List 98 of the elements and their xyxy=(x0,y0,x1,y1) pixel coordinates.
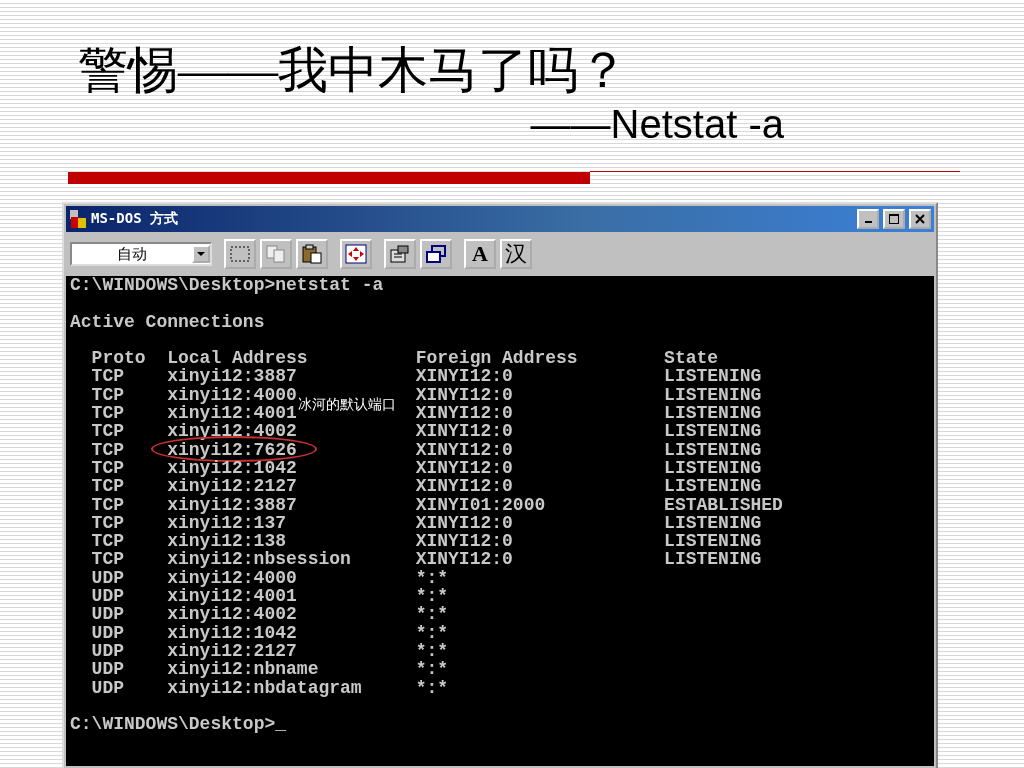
table-cell: TCP xyxy=(91,458,124,478)
table-cell: UDP xyxy=(91,605,124,624)
table-cell: xinyi12:137 xyxy=(167,513,287,533)
table-cell: ESTABLISHED xyxy=(664,495,783,514)
properties-button[interactable] xyxy=(384,239,416,269)
table-cell: UDP xyxy=(91,568,124,588)
column-header: Proto xyxy=(91,349,146,368)
clipboard-icon xyxy=(301,244,323,264)
mark-button[interactable] xyxy=(224,239,256,269)
copy-icon xyxy=(265,244,287,264)
table-cell: xinyi12:4000 xyxy=(167,385,297,405)
table-cell: xinyi12:2127 xyxy=(167,477,297,496)
table-cell: XINYI12:0 xyxy=(415,422,513,441)
column-header: Local Address xyxy=(167,349,308,368)
minimize-button[interactable] xyxy=(857,209,879,229)
table-cell: TCP xyxy=(91,513,124,533)
table-cell: LISTENING xyxy=(664,477,762,496)
table-cell: LISTENING xyxy=(664,440,762,459)
command-line: C:\WINDOWS\Desktop>netstat -a xyxy=(70,276,385,295)
table-cell: *:* xyxy=(415,587,449,606)
paste-button[interactable] xyxy=(296,239,328,269)
table-cell: *:* xyxy=(415,568,449,588)
column-header: Foreign Address xyxy=(415,349,578,368)
table-cell: XINYI12:0 xyxy=(415,367,513,386)
table-cell: TCP xyxy=(91,477,124,496)
table-cell: *:* xyxy=(415,605,449,624)
maximize-icon xyxy=(889,214,899,224)
table-cell: XINYI12:0 xyxy=(415,404,513,423)
table-cell: TCP xyxy=(91,404,124,423)
table-cell: TCP xyxy=(91,495,124,514)
table-cell: xinyi12:nbdatagram xyxy=(167,678,362,697)
close-button[interactable] xyxy=(909,209,931,229)
table-cell: XINYI12:0 xyxy=(415,477,513,496)
table-cell: xinyi12:4002 xyxy=(167,605,297,624)
table-cell: xinyi12:7626 xyxy=(167,440,297,459)
fullscreen-button[interactable] xyxy=(340,239,372,269)
font-size-dropdown[interactable]: 自动 xyxy=(70,242,212,266)
table-cell: xinyi12:4002 xyxy=(167,422,297,441)
ms-dos-icon xyxy=(69,209,87,229)
slide-title: 警惕——我中木马了吗？ xyxy=(78,41,629,100)
caret-icon xyxy=(197,251,205,257)
table-cell: xinyi12:1042 xyxy=(167,623,297,642)
table-cell: *:* xyxy=(415,641,449,661)
section-heading: Active Connections xyxy=(70,312,266,331)
table-cell: xinyi12:3887 xyxy=(167,367,297,386)
ime-button[interactable]: 汉 xyxy=(500,239,532,269)
table-cell: XINYI12:0 xyxy=(415,513,513,533)
minimize-icon xyxy=(864,221,872,223)
table-cell: XINYI12:0 xyxy=(415,550,513,569)
window-title: MS-DOS 方式 xyxy=(91,210,179,228)
table-cell: TCP xyxy=(91,440,124,459)
table-cell: xinyi12:nbsession xyxy=(167,550,351,569)
table-cell: LISTENING xyxy=(664,367,762,386)
table-cell: UDP xyxy=(91,678,124,697)
table-cell: XINYI12:0 xyxy=(415,385,513,405)
table-cell: *:* xyxy=(415,678,449,697)
table-cell: *:* xyxy=(415,623,449,642)
table-cell: TCP xyxy=(91,550,124,569)
table-cell: LISTENING xyxy=(664,532,762,551)
table-cell: LISTENING xyxy=(664,458,762,478)
command-prompt: C:\WINDOWS\Desktop>_ xyxy=(70,715,288,734)
properties-icon xyxy=(389,244,411,264)
table-cell: XINYI01:2000 xyxy=(415,495,546,514)
table-cell: LISTENING xyxy=(664,422,762,441)
table-cell: LISTENING xyxy=(664,404,762,423)
annotation-label: 冰河的默认端口 xyxy=(298,395,396,413)
table-cell: TCP xyxy=(91,532,124,551)
table-cell: LISTENING xyxy=(664,385,762,405)
table-cell: xinyi12:1042 xyxy=(167,458,297,478)
table-cell: xinyi12:2127 xyxy=(167,641,297,661)
table-cell: UDP xyxy=(91,641,124,661)
table-cell: XINYI12:0 xyxy=(415,458,513,478)
background-button[interactable] xyxy=(420,239,452,269)
table-cell: XINYI12:0 xyxy=(415,532,513,551)
table-cell: xinyi12:3887 xyxy=(167,495,297,514)
font-button[interactable]: A xyxy=(464,239,496,269)
table-cell: TCP xyxy=(91,422,124,441)
maximize-button[interactable] xyxy=(883,209,905,229)
expand-arrows-icon xyxy=(345,244,367,264)
slide-subtitle: ——Netstat -a xyxy=(530,104,784,144)
table-cell: xinyi12:nbname xyxy=(167,660,319,679)
table-cell: xinyi12:4001 xyxy=(167,404,297,423)
table-cell: UDP xyxy=(91,623,124,642)
select-icon xyxy=(229,244,251,264)
table-cell: TCP xyxy=(91,367,124,386)
table-cell: UDP xyxy=(91,660,124,679)
table-cell: XINYI12:0 xyxy=(415,440,513,459)
table-cell: xinyi12:4000 xyxy=(167,568,297,588)
table-cell: LISTENING xyxy=(664,550,762,569)
table-cell: xinyi12:138 xyxy=(167,532,287,551)
column-header: State xyxy=(664,349,719,368)
close-icon xyxy=(915,214,925,224)
table-cell: UDP xyxy=(91,587,124,606)
table-cell: TCP xyxy=(91,385,124,405)
table-cell: xinyi12:4001 xyxy=(167,587,297,606)
table-cell: *:* xyxy=(415,660,449,679)
table-cell: LISTENING xyxy=(664,513,762,533)
windows-icon xyxy=(425,244,447,264)
